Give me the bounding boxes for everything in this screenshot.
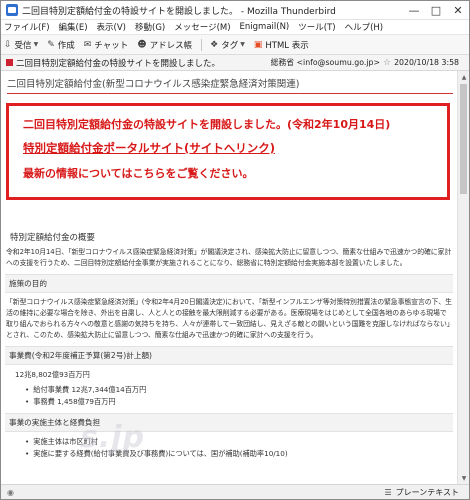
latest-info-text: 最新の情報についてはこちらをご覧ください。 <box>23 167 254 180</box>
pencil-icon: ✎ <box>47 39 55 50</box>
budget-heading: 事業費(令和2年度補正予算(第2号)計上額) <box>5 346 453 365</box>
main-toolbar: ⇩ 受信 ▼ ✎ 作成 ✉ チャット ☻ アドレス帳 ❖ タグ ▼ ▣ HTML… <box>1 35 469 55</box>
tag-button[interactable]: ❖ タグ ▼ <box>210 39 245 51</box>
tag-label: タグ <box>221 40 239 51</box>
title-bar: 二回目特別定額給付金の特設サイトを開設しました。 - Mozilla Thund… <box>1 1 469 20</box>
portal-site-link[interactable]: 特別定額給付金ポータルサイト(サイトへリンク) <box>23 140 434 156</box>
chat-label: チャット <box>94 40 129 51</box>
message-subject: 二回目特別定額給付金の特設サイトを開設しました。 <box>16 58 221 69</box>
chevron-down-icon[interactable]: ▼ <box>34 41 39 48</box>
menu-message[interactable]: メッセージ(M) <box>174 21 230 33</box>
menu-enigmail[interactable]: Enigmail(N) <box>240 22 290 32</box>
section-title: 特別定額給付金の概要 <box>10 233 96 243</box>
html5-icon: ▣ <box>253 39 263 50</box>
chat-button[interactable]: ✉ チャット <box>84 39 128 51</box>
budget-list: 給付事業費 12兆7,344億14百万円 事務費 1,458億79百万円 <box>25 384 457 408</box>
compose-label: 作成 <box>57 40 75 51</box>
compose-button[interactable]: ✎ 作成 <box>47 39 75 51</box>
purpose-heading: 施策の目的 <box>5 274 453 293</box>
address-book-button[interactable]: ☻ アドレス帳 <box>137 39 192 51</box>
menu-go[interactable]: 移動(G) <box>135 21 165 33</box>
menu-view[interactable]: 表示(V) <box>97 21 126 33</box>
budget-total: 12兆8,802億93百万円 <box>15 370 90 379</box>
message-date: 2020/10/18 3:58 <box>394 58 459 67</box>
announcement-box: 二回目特別定額給付金の特設サイトを開設しました。(令和2年10月14日) 特別定… <box>6 103 450 200</box>
menu-file[interactable]: ファイル(F) <box>4 21 50 33</box>
message-sender[interactable]: 総務省 <info@soumu.go.jp> <box>271 57 380 68</box>
purpose-paragraph: 「新型コロナウイルス感染症緊急経済対策」(令和2年4月20日閣議決定)において、… <box>6 298 452 339</box>
window-title: 二回目特別定額給付金の特設サイトを開設しました。 - Mozilla Thund… <box>22 6 336 17</box>
html-view-label: HTML 表示 <box>265 40 309 51</box>
watermark-logo: s.jp <box>80 420 146 455</box>
message-status-icon <box>6 59 13 66</box>
tag-icon: ❖ <box>210 39 219 50</box>
receive-button[interactable]: ⇩ 受信 ▼ <box>4 39 38 51</box>
star-icon[interactable]: ☆ <box>383 58 391 68</box>
menu-edit[interactable]: 編集(E) <box>59 21 88 33</box>
toolbar-separator <box>201 38 203 51</box>
scrollbar-thumb[interactable] <box>460 84 467 194</box>
overview-paragraph: 令和2年10月14日、「新型コロナウイルス感染症緊急経済対策」が閣議決定され、感… <box>6 248 452 267</box>
menu-tools[interactable]: ツール(T) <box>298 21 335 33</box>
download-icon: ⇩ <box>4 39 12 50</box>
vertical-scrollbar[interactable]: ▲ ▼ <box>457 71 469 484</box>
receive-label: 受信 <box>14 40 32 51</box>
list-item: 事務費 1,458億79百万円 <box>25 396 457 408</box>
list-item: 給付事業費 12兆7,344億14百万円 <box>25 384 457 396</box>
minimize-button[interactable]: — <box>403 1 425 20</box>
text-mode-icon: ☰ <box>384 487 392 497</box>
message-body: 二回目特別定額給付金(新型コロナウイルス感染症緊急経済対策関連) 二回目特別定額… <box>1 71 457 484</box>
scroll-down-arrow-icon[interactable]: ▼ <box>458 472 470 484</box>
message-header: 二回目特別定額給付金の特設サイトを開設しました。 総務省 <info@soumu… <box>1 55 469 71</box>
status-bar: ◉ ☰ プレーンテキスト <box>1 484 469 499</box>
maximize-button[interactable]: □ <box>425 1 447 20</box>
close-button[interactable]: ✕ <box>447 1 469 20</box>
html-view-button[interactable]: ▣ HTML 表示 <box>254 39 309 51</box>
contacts-icon: ☻ <box>137 39 147 50</box>
activity-icon[interactable]: ◉ <box>7 488 14 497</box>
menu-bar: ファイル(F) 編集(E) 表示(V) 移動(G) メッセージ(M) Enigm… <box>1 20 469 35</box>
scroll-up-arrow-icon[interactable]: ▲ <box>458 71 470 83</box>
announcement-text: 二回目特別定額給付金の特設サイトを開設しました。(令和2年10月14日) <box>23 118 391 131</box>
page-title: 二回目特別定額給付金(新型コロナウイルス感染症緊急経済対策関連) <box>7 76 453 94</box>
chat-bubble-icon: ✉ <box>83 39 92 50</box>
thunderbird-app-icon <box>6 4 18 16</box>
compose-mode-label[interactable]: プレーンテキスト <box>396 487 459 498</box>
menu-help[interactable]: ヘルプ(H) <box>345 21 384 33</box>
chevron-down-icon[interactable]: ▼ <box>240 41 245 48</box>
implementation-heading: 事業の実施主体と経費負担 <box>5 413 453 432</box>
address-book-label: アドレス帳 <box>149 40 193 51</box>
